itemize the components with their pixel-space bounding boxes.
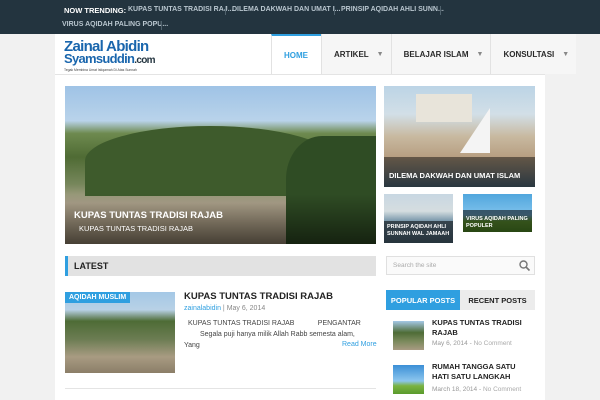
trending-divider (440, 6, 441, 15)
category-badge[interactable]: AQIDAH MUSLIM (65, 292, 131, 303)
trending-divider (161, 21, 162, 30)
nav-item-home[interactable]: HOME (271, 34, 321, 74)
featured-small-title[interactable]: VIRUS AQIDAH PALING POPULER (466, 216, 532, 230)
site-logo[interactable]: Zainal Abidin Syamsuddin.com Tegak Membi… (64, 39, 156, 72)
logo-line-2: Syamsuddin.com (64, 51, 156, 67)
featured-main-subtitle: KUPAS TUNTAS TRADISI RAJAB (79, 224, 194, 233)
read-more-link[interactable]: Read More (342, 341, 377, 348)
sidebar-post-meta: March 18, 2014 - No Comment (432, 386, 521, 393)
tab-recent-posts[interactable]: RECENT POSTS (460, 290, 535, 310)
sidebar-post-date: May 6, 2014 (432, 340, 468, 347)
search-field[interactable]: Search the site (386, 256, 535, 275)
trending-link[interactable]: PRINSIP AQIDAH AHLI SUNN... (341, 6, 444, 13)
featured-side-title[interactable]: DILEMA DAKWAH DAN UMAT ISLAM (389, 171, 520, 180)
sidebar-post-comments[interactable]: No Comment (474, 340, 512, 347)
featured-small-post[interactable]: VIRUS AQIDAH PALING POPULER (463, 194, 532, 232)
post-meta: zainalabidin | May 6, 2014 (184, 305, 265, 312)
sidebar-post-thumbnail[interactable] (393, 321, 424, 350)
chevron-down-icon: ▼ (476, 50, 484, 58)
chevron-down-icon: ▼ (376, 50, 384, 58)
sidebar-post-title[interactable]: RUMAH TANGGA SATU HATI SATU LANGKAH (432, 362, 532, 382)
trending-label: NOW TRENDING: (64, 6, 127, 15)
featured-main-post[interactable]: KUPAS TUNTAS TRADISI RAJAB KUPAS TUNTAS … (65, 86, 376, 244)
main-nav: HOME ARTIKEL ▼ BELAJAR ISLAM ▼ KONSULTASI ▼ (271, 34, 577, 74)
trending-bar: NOW TRENDING: KUPAS TUNTAS TRADISI RAJ..… (0, 0, 600, 34)
post-date: May 6, 2014 (226, 305, 266, 312)
featured-side-post[interactable]: DILEMA DAKWAH DAN UMAT ISLAM (384, 86, 535, 187)
nav-label: ARTIKEL (334, 49, 369, 59)
post-divider (65, 388, 376, 389)
trending-link[interactable]: KUPAS TUNTAS TRADISI RAJ... (128, 6, 234, 13)
nav-item-belajar-islam[interactable]: BELAJAR ISLAM ▼ (390, 34, 491, 74)
sidebar-post[interactable]: KUPAS TUNTAS TRADISI RAJAB May 6, 2014 -… (393, 318, 533, 352)
search-icon[interactable] (518, 259, 531, 272)
sidebar-post-meta: May 6, 2014 - No Comment (432, 340, 512, 347)
featured-small-post[interactable]: PRINSIP AQIDAH AHLI SUNNAH WAL JAMAAH (384, 194, 453, 243)
trending-divider (225, 6, 226, 15)
logo-suffix: .com (134, 55, 155, 66)
nav-label: BELAJAR ISLAM (403, 49, 469, 59)
sidebar-post-thumbnail[interactable] (393, 365, 424, 394)
sidebar-post[interactable]: RUMAH TANGGA SATU HATI SATU LANGKAH Marc… (393, 362, 533, 396)
trending-link[interactable]: VIRUS AQIDAH PALING POPU... (62, 21, 168, 28)
sidebar-post-title[interactable]: KUPAS TUNTAS TRADISI RAJAB (432, 318, 532, 338)
header-divider (55, 74, 545, 75)
post-thumbnail[interactable]: AQIDAH MUSLIM (65, 292, 175, 373)
chevron-down-icon: ▼ (562, 50, 570, 58)
logo-name: Syamsuddin (64, 51, 135, 66)
nav-item-konsultasi[interactable]: KONSULTASI ▼ (490, 34, 577, 74)
sidebar-tabs: POPULAR POSTS RECENT POSTS (386, 290, 535, 310)
nav-item-artikel[interactable]: ARTIKEL ▼ (321, 34, 391, 74)
search-placeholder: Search the site (393, 262, 437, 269)
featured-main-title[interactable]: KUPAS TUNTAS TRADISI RAJAB (74, 210, 223, 221)
nav-label: KONSULTASI (503, 49, 555, 59)
nav-label: HOME (284, 50, 308, 60)
post-author[interactable]: zainalabidin (184, 305, 221, 312)
section-title: LATEST (74, 261, 109, 271)
post-title[interactable]: KUPAS TUNTAS TRADISI RAJAB (184, 291, 333, 302)
trending-divider (334, 6, 335, 15)
trending-link[interactable]: DILEMA DAKWAH DAN UMAT I... (232, 6, 341, 13)
sidebar-post-date: March 18, 2014 (432, 386, 478, 393)
logo-tagline: Tegak Membina Umat Istiqamah Di Atas Sun… (64, 68, 137, 72)
latest-heading: LATEST (65, 256, 376, 276)
sidebar-post-comments[interactable]: No Comment (483, 386, 521, 393)
excerpt-line: Segala puji hanya milik Allah Rabb semes… (200, 331, 355, 338)
excerpt-line: KUPAS TUNTAS TRADISI RAJAB PENGANTAR (188, 320, 361, 327)
tab-popular-posts[interactable]: POPULAR POSTS (386, 290, 460, 310)
featured-small-title[interactable]: PRINSIP AQIDAH AHLI SUNNAH WAL JAMAAH (387, 224, 453, 238)
featured-image-sail (460, 108, 490, 153)
